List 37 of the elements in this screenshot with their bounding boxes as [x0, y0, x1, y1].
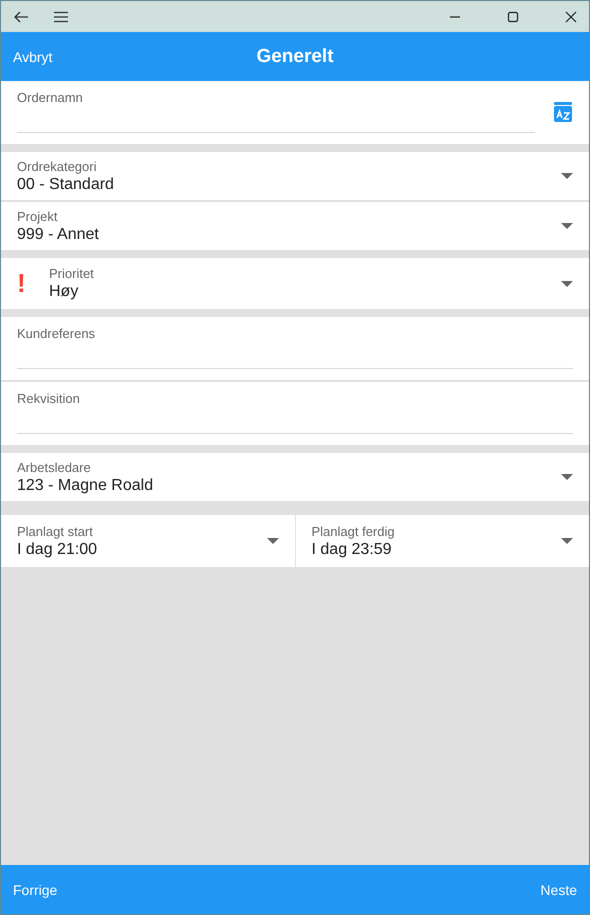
maximize-icon[interactable]: [507, 10, 519, 22]
dropdown-arrow-icon: [561, 223, 573, 229]
dropdown[interactable]: Projekt 999 - Annet: [1, 202, 589, 250]
date-picker[interactable]: Planlagt ferdig I dag 23:59: [296, 515, 589, 567]
field-value: 123 - Magne Roald: [17, 476, 154, 494]
date-picker[interactable]: Planlagt start I dag 21:00: [1, 515, 294, 567]
text-field[interactable]: Kundreferens: [1, 317, 589, 380]
dropdown-arrow-icon: [266, 538, 278, 544]
menu-icon[interactable]: [53, 10, 69, 22]
field-value: 00 - Standard: [17, 176, 115, 194]
field-label: Projekt: [17, 208, 58, 224]
text-field[interactable]: Rekvisition: [1, 382, 589, 445]
dropdown-arrow-icon: [561, 474, 573, 480]
field-value: 999 - Annet: [17, 226, 100, 244]
field-label: Prioritet: [49, 266, 95, 281]
page-title: Generelt: [256, 46, 334, 68]
field-value: I dag 23:59: [312, 540, 393, 558]
dropdown-arrow-icon: [561, 173, 573, 179]
sort-icon[interactable]: [553, 101, 573, 123]
field-value: I dag 21:00: [17, 540, 98, 558]
dropdown-arrow-icon: [561, 280, 573, 286]
dropdown-arrow-icon: [561, 538, 573, 544]
field-label: Planlagt ferdig: [312, 524, 396, 538]
field-label: Ordernamn: [17, 90, 84, 105]
field-label: Kundreferens: [17, 326, 96, 341]
dropdown[interactable]: ! Prioritet Høy: [1, 258, 589, 309]
dropdown[interactable]: Arbetsledare 123 - Magne Roald: [1, 453, 589, 501]
field-label: Rekvisition: [17, 391, 81, 406]
field-label: Planlagt start: [17, 524, 94, 538]
field-label: Arbetsledare: [17, 460, 92, 474]
text-field[interactable]: Ordernamn: [1, 81, 589, 144]
field-label: Ordrekategori: [17, 158, 98, 174]
field-value: Høy: [49, 283, 80, 301]
exclamation-mark: !: [17, 268, 27, 299]
dropdown[interactable]: Ordrekategori 00 - Standard: [1, 152, 589, 200]
close-icon[interactable]: [565, 10, 577, 22]
back-icon[interactable]: [13, 10, 29, 22]
